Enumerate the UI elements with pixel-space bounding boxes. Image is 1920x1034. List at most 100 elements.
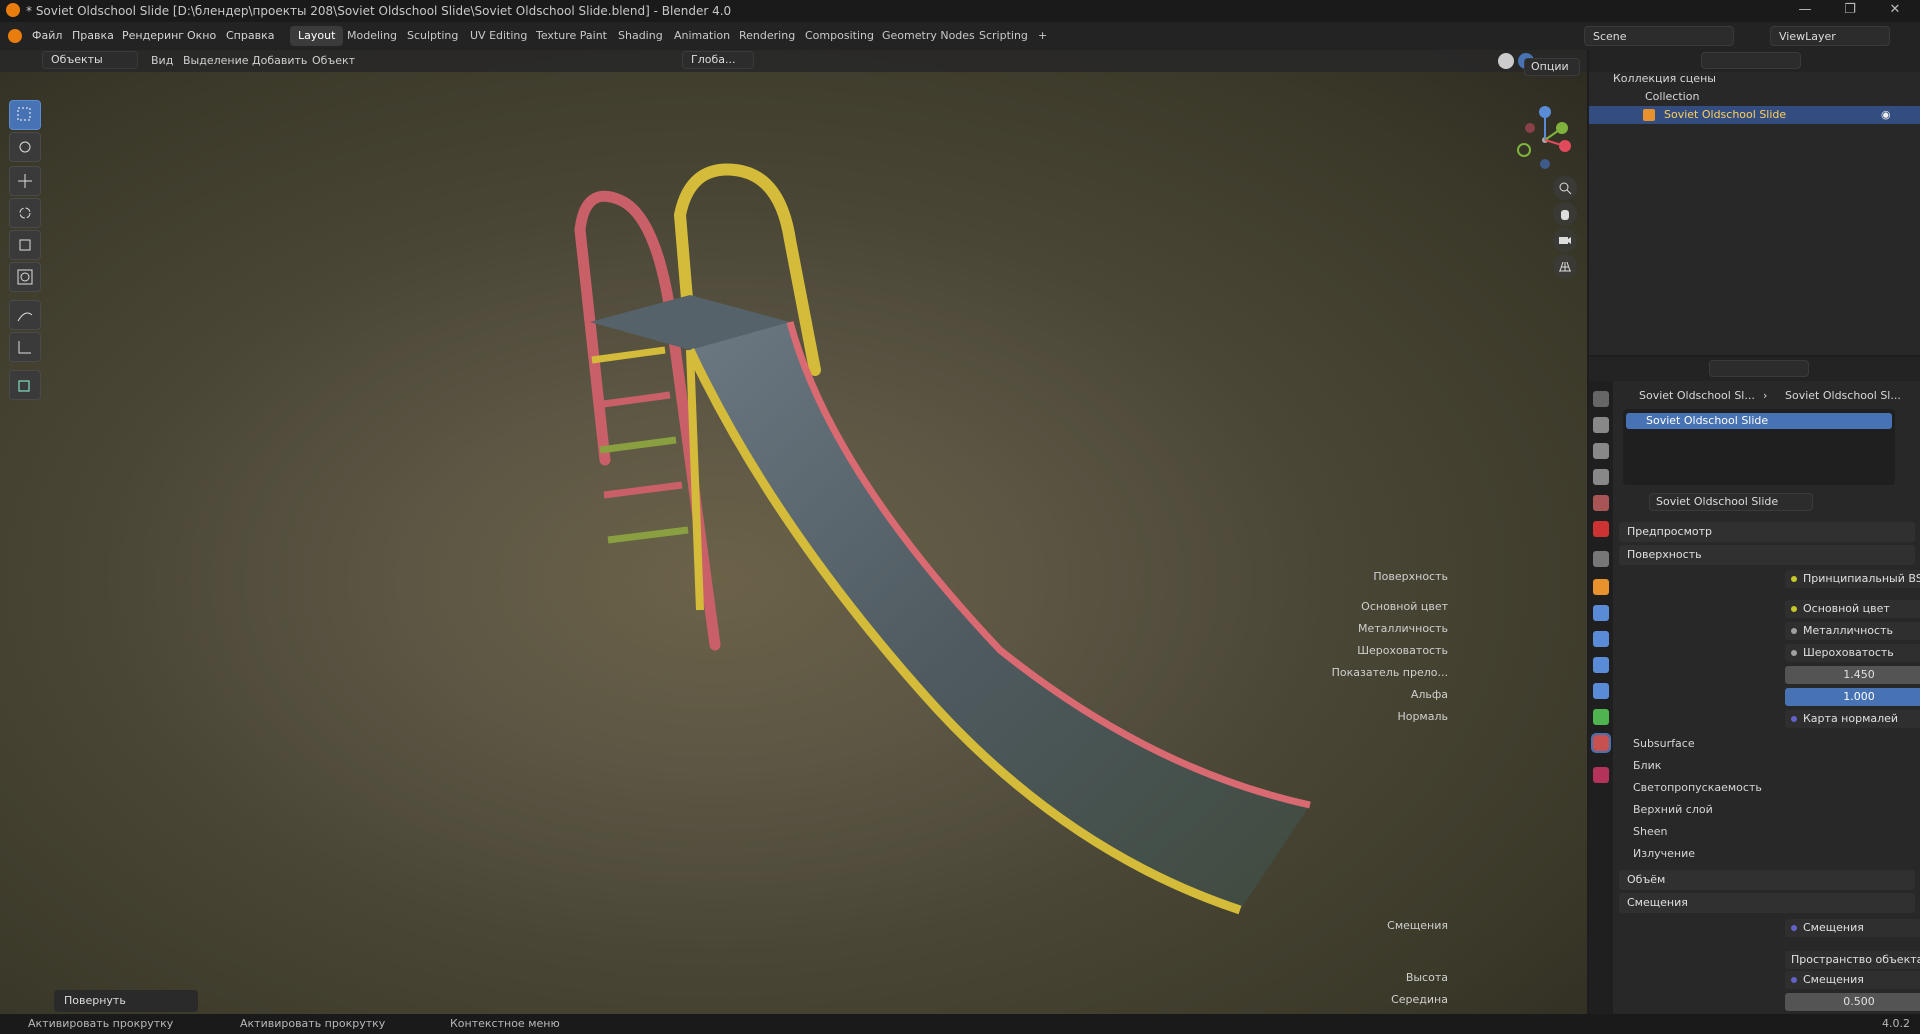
subsection-specular[interactable]: Блик [1633, 759, 1661, 772]
close-button[interactable]: ✕ [1880, 2, 1910, 20]
midlevel-field[interactable]: 0.500 [1785, 993, 1920, 1011]
subsection-transmission[interactable]: Светопропускаемость [1633, 781, 1762, 794]
surface-shader-field[interactable]: Принципиальный BSDF [1785, 570, 1920, 588]
viewport-menu-select[interactable]: Выделение [183, 54, 249, 67]
particles-tab-icon[interactable] [1593, 631, 1609, 647]
blender-menu-icon[interactable] [8, 29, 22, 43]
material-tab-icon[interactable] [1591, 733, 1611, 753]
tab-scripting[interactable]: Scripting [971, 26, 1036, 46]
options-dropdown[interactable]: Опции [1524, 58, 1580, 76]
ior-label: Показатель прело... [1331, 666, 1448, 679]
outliner-object: Soviet Oldschool Slide [1664, 108, 1787, 121]
viewport-menu-add[interactable]: Добавить [252, 54, 307, 67]
displacement-value: Смещения [1803, 921, 1864, 934]
section-volume[interactable]: Объём [1619, 870, 1915, 890]
tab-modeling[interactable]: Modeling [339, 26, 405, 46]
shading-solid-icon[interactable] [1498, 53, 1514, 69]
tab-sculpting[interactable]: Sculpting [399, 26, 466, 46]
annotate-tool[interactable] [9, 300, 41, 330]
outliner-collection[interactable]: Collection [1645, 90, 1699, 103]
camera-view-icon[interactable] [1553, 228, 1577, 252]
visibility-eye-icon[interactable]: ◉ [1881, 108, 1891, 121]
zoom-icon[interactable] [1553, 176, 1577, 200]
menu-edit[interactable]: Правка [72, 29, 114, 42]
base-color-field[interactable]: Основной цвет [1785, 600, 1920, 618]
add-workspace-button[interactable]: + [1030, 26, 1055, 46]
displacement-field[interactable]: Смещения [1785, 919, 1920, 937]
tab-compositing[interactable]: Compositing [797, 26, 882, 46]
outliner-scene-collection[interactable]: Коллекция сцены [1613, 72, 1716, 85]
scale-tool[interactable] [9, 230, 41, 260]
minimize-button[interactable]: — [1790, 2, 1820, 20]
texture-tab-icon[interactable] [1593, 767, 1609, 783]
surface-row-label: Поверхность [1373, 570, 1448, 583]
constraints-tab-icon[interactable] [1593, 683, 1609, 699]
space-dropdown[interactable]: Пространство объекта [1785, 951, 1920, 969]
section-displacement[interactable]: Смещения [1619, 893, 1915, 913]
subsection-emission[interactable]: Излучение [1633, 847, 1695, 860]
pan-hand-icon[interactable] [1553, 202, 1577, 226]
title-bar: * Soviet Oldschool Slide [D:\блендер\про… [0, 0, 1920, 22]
section-surface[interactable]: Поверхность [1619, 545, 1915, 565]
viewport-menu-object[interactable]: Объект [312, 54, 355, 67]
world-tab-icon[interactable] [1593, 521, 1609, 537]
output-tab-icon[interactable] [1593, 443, 1609, 459]
mode-selector[interactable]: Объекты [42, 51, 138, 69]
ior-field[interactable]: 1.450 [1785, 666, 1920, 684]
roughness-field[interactable]: Шероховатость [1785, 644, 1920, 662]
tab-uv-editing[interactable]: UV Editing [462, 26, 535, 46]
menu-render[interactable]: Рендеринг [122, 29, 184, 42]
grid-perspective-icon[interactable] [1553, 254, 1577, 278]
subsection-coat[interactable]: Верхний слой [1633, 803, 1713, 816]
3d-viewport[interactable]: Объекты Вид Выделение Добавить Объект Гл… [0, 50, 1587, 1014]
measure-tool[interactable] [9, 332, 41, 362]
select-box-tool[interactable] [9, 100, 41, 130]
scene-selector[interactable]: Scene [1584, 26, 1734, 46]
data-tab-icon[interactable] [1593, 709, 1609, 725]
tab-geometry-nodes[interactable]: Geometry Nodes [874, 26, 983, 46]
last-operation-panel[interactable]: Повернуть [54, 990, 198, 1012]
tool-tab-icon[interactable] [1593, 391, 1609, 407]
normal-field[interactable]: Карта нормалей [1785, 710, 1920, 728]
view-layer-tab-icon[interactable] [1593, 469, 1609, 485]
collection-tab-icon[interactable] [1593, 551, 1609, 567]
properties-panel: Soviet Oldschool Sl... › Soviet Oldschoo… [1332, 357, 1920, 1014]
metallic-field[interactable]: Металличность [1785, 622, 1920, 640]
tab-animation[interactable]: Animation [666, 26, 738, 46]
scene-tab-icon[interactable] [1593, 495, 1609, 511]
properties-search-input[interactable] [1709, 360, 1809, 377]
tab-shading[interactable]: Shading [610, 26, 671, 46]
menu-help[interactable]: Справка [226, 29, 274, 42]
section-preview[interactable]: Предпросмотр [1619, 522, 1915, 542]
roughness-value: Шероховатость [1803, 646, 1894, 659]
view-layer-selector[interactable]: ViewLayer [1770, 26, 1890, 46]
tab-layout[interactable]: Layout [290, 26, 344, 46]
maximize-button[interactable]: ❐ [1835, 2, 1865, 20]
outliner-row-selected[interactable]: Soviet Oldschool Slide ◉ [1589, 106, 1920, 124]
material-slot-item[interactable]: Soviet Oldschool Slide [1626, 413, 1892, 429]
object-tab-icon[interactable] [1593, 579, 1609, 595]
breadcrumb-separator-icon: › [1763, 389, 1768, 402]
menu-window[interactable]: Окно [187, 29, 216, 42]
outliner-search-input[interactable] [1701, 52, 1801, 69]
alpha-field[interactable]: 1.000 [1785, 688, 1920, 706]
transform-tool[interactable] [9, 262, 41, 292]
viewport-menu-view[interactable]: Вид [151, 54, 173, 67]
transform-orientation-selector[interactable]: Глоба... [682, 51, 754, 69]
move-tool[interactable] [9, 166, 41, 196]
material-name-field[interactable]: Soviet Oldschool Slide [1649, 493, 1813, 511]
rotate-tool[interactable] [9, 198, 41, 228]
modifier-tab-icon[interactable] [1593, 605, 1609, 621]
height-field[interactable]: Смещения [1785, 971, 1920, 989]
physics-tab-icon[interactable] [1593, 657, 1609, 673]
tab-texture-paint[interactable]: Texture Paint [528, 26, 615, 46]
add-cube-tool[interactable] [9, 370, 41, 400]
subsection-subsurface[interactable]: Subsurface [1633, 737, 1695, 750]
render-tab-icon[interactable] [1593, 417, 1609, 433]
navigation-gizmo[interactable] [1510, 100, 1580, 180]
menu-file[interactable]: Файл [32, 29, 62, 42]
tab-rendering[interactable]: Rendering [731, 26, 803, 46]
cursor-tool[interactable] [9, 132, 41, 162]
section-preview-label: Предпросмотр [1627, 525, 1712, 538]
subsection-sheen[interactable]: Sheen [1633, 825, 1667, 838]
